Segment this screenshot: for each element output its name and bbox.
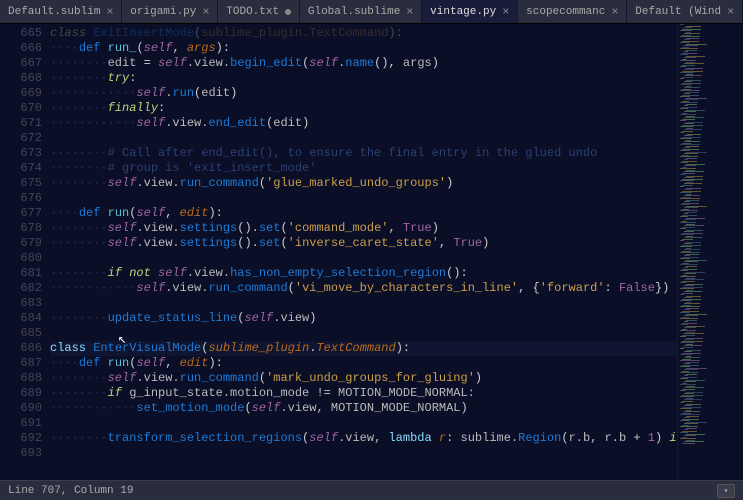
line-gutter: 6656666676686696706716726736746756766776… bbox=[0, 24, 50, 480]
code-line: ········finally: bbox=[50, 101, 677, 116]
code-line: ········if g_input_state.motion_mode != … bbox=[50, 386, 677, 401]
code-line: ········# group is 'exit_insert_mode' bbox=[50, 161, 677, 176]
status-bar: Line 707, Column 19 ▾ bbox=[0, 480, 743, 500]
code-line: ····def run_(self, args): bbox=[50, 41, 677, 56]
code-line: ········self.view.settings().set('comman… bbox=[50, 221, 677, 236]
line-number: 691 bbox=[0, 416, 42, 431]
line-number: 670 bbox=[0, 101, 42, 116]
code-line: ····def run(self, edit): bbox=[50, 356, 677, 371]
line-number: 683 bbox=[0, 296, 42, 311]
code-line: ········if not self.view.has_non_empty_s… bbox=[50, 266, 677, 281]
line-number: 677 bbox=[0, 206, 42, 221]
line-number: 685 bbox=[0, 326, 42, 341]
tab-5[interactable]: scopecommanc × bbox=[518, 0, 627, 23]
tab-bar: Default.sublim × origami.py × TODO.txt Global… bbox=[0, 0, 743, 24]
line-number: 665 bbox=[0, 26, 42, 41]
tab-2[interactable]: TODO.txt bbox=[218, 0, 300, 23]
tab-label: scopecommanc bbox=[526, 6, 605, 18]
line-number: 690 bbox=[0, 401, 42, 416]
line-number: 692 bbox=[0, 431, 42, 446]
status-position: Line 707, Column 19 bbox=[8, 485, 133, 497]
close-icon[interactable]: × bbox=[106, 5, 113, 19]
status-dropdown-button[interactable]: ▾ bbox=[717, 484, 735, 498]
minimap[interactable] bbox=[677, 24, 743, 480]
line-number: 681 bbox=[0, 266, 42, 281]
code-line: ········edit = self.view.begin_edit(self… bbox=[50, 56, 677, 71]
close-icon[interactable]: × bbox=[611, 5, 618, 19]
code-line: ········update_status_line(self.view) bbox=[50, 311, 677, 326]
tab-0[interactable]: Default.sublim × bbox=[0, 0, 122, 23]
code-line: ········self.view.run_command('glue_mark… bbox=[50, 176, 677, 191]
tab-label: Default (Wind bbox=[635, 6, 721, 18]
tab-label: vintage.py bbox=[430, 6, 496, 18]
code-line: ····def run(self, edit): bbox=[50, 206, 677, 221]
line-number: 693 bbox=[0, 446, 42, 461]
line-number: 671 bbox=[0, 116, 42, 131]
code-line: ············self.run(edit) bbox=[50, 86, 677, 101]
line-number: 675 bbox=[0, 176, 42, 191]
line-number: 667 bbox=[0, 56, 42, 71]
tab-label: Global.sublime bbox=[308, 6, 400, 18]
close-icon[interactable]: × bbox=[202, 5, 209, 19]
line-number: 680 bbox=[0, 251, 42, 266]
code-line: ········self.view.run_command('mark_undo… bbox=[50, 371, 677, 386]
code-line: ········# Call after end_edit(), to ensu… bbox=[50, 146, 677, 161]
code-line bbox=[50, 416, 677, 431]
code-line bbox=[50, 191, 677, 206]
line-number: 669 bbox=[0, 86, 42, 101]
line-number: 679 bbox=[0, 236, 42, 251]
tab-3[interactable]: Global.sublime × bbox=[300, 0, 422, 23]
tab-6[interactable]: Default (Wind × bbox=[627, 0, 743, 23]
code-line: ············self.view.run_command('vi_mo… bbox=[50, 281, 677, 296]
code-line: ········self.view.settings().set('invers… bbox=[50, 236, 677, 251]
close-icon[interactable]: × bbox=[502, 5, 509, 19]
tab-label: origami.py bbox=[130, 6, 196, 18]
code-line bbox=[50, 326, 677, 341]
line-number: 688 bbox=[0, 371, 42, 386]
tab-label: TODO.txt bbox=[226, 6, 279, 18]
line-number: 686 bbox=[0, 341, 42, 356]
tab-4[interactable]: vintage.py × bbox=[422, 0, 518, 23]
editor-area: 6656666676686696706716726736746756766776… bbox=[0, 24, 743, 480]
code-line bbox=[50, 131, 677, 146]
code-line: ········try: bbox=[50, 71, 677, 86]
code-line: ········transform_selection_regions(self… bbox=[50, 431, 677, 446]
line-number: 674 bbox=[0, 161, 42, 176]
line-number: 678 bbox=[0, 221, 42, 236]
code-line bbox=[50, 296, 677, 311]
close-icon[interactable]: × bbox=[727, 5, 734, 19]
code-line: class EnterVisualMode(sublime_plugin.Tex… bbox=[50, 341, 677, 356]
code-line bbox=[50, 251, 677, 266]
code-line: ············set_motion_mode(self.view, M… bbox=[50, 401, 677, 416]
line-number: 666 bbox=[0, 41, 42, 56]
line-number: 689 bbox=[0, 386, 42, 401]
line-number: 682 bbox=[0, 281, 42, 296]
close-icon[interactable]: × bbox=[406, 5, 413, 19]
line-number: 673 bbox=[0, 146, 42, 161]
tab-1[interactable]: origami.py × bbox=[122, 0, 218, 23]
line-number: 672 bbox=[0, 131, 42, 146]
line-number: 668 bbox=[0, 71, 42, 86]
line-number: 687 bbox=[0, 356, 42, 371]
tab-label: Default.sublim bbox=[8, 6, 100, 18]
code-line: ············self.view.end_edit(edit) bbox=[50, 116, 677, 131]
dirty-indicator-icon bbox=[285, 9, 291, 15]
line-number: 676 bbox=[0, 191, 42, 206]
code-line bbox=[50, 446, 677, 461]
code-line: class ExitInsertMode(sublime_plugin.Text… bbox=[50, 26, 677, 41]
line-number: 684 bbox=[0, 311, 42, 326]
code-content[interactable]: class ExitInsertMode(sublime_plugin.Text… bbox=[50, 24, 677, 480]
